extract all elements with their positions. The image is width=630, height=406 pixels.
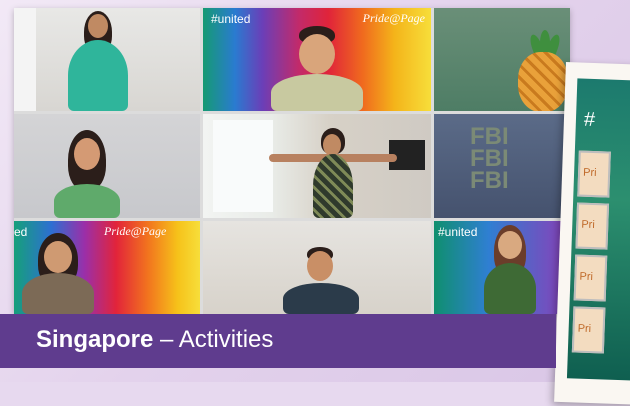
pride-tag-text: Pri	[579, 270, 594, 284]
face	[498, 231, 522, 259]
caption-separator: –	[153, 326, 179, 353]
video-tile-woman-rainbow-bg: ed Pride@Page	[14, 221, 200, 314]
face	[88, 14, 108, 38]
person-floral-dress	[313, 154, 353, 218]
face	[44, 241, 72, 273]
united-tag-card: # Pri Pri Pri Pri	[554, 62, 630, 406]
caption-banner: Singapore – Activities	[0, 314, 556, 368]
card-hashtag: #	[583, 108, 596, 132]
face	[74, 138, 100, 170]
pride-tag: Pri	[573, 254, 608, 302]
face	[299, 34, 335, 74]
pride-tag-text: Pri	[581, 218, 595, 232]
caption-text: Singapore – Activities	[36, 324, 273, 356]
caption-location: Singapore	[36, 326, 154, 353]
video-tile-woman-rainbow-bg-2: #united	[434, 221, 570, 314]
united-hashtag-partial: ed	[14, 225, 28, 239]
pineapple-print	[518, 52, 568, 111]
card-artwork: # Pri Pri Pri Pri	[566, 78, 630, 383]
united-hashtag: #united	[211, 12, 251, 26]
person-teal-shirt	[68, 40, 128, 111]
video-tile-woman-arms-out	[203, 114, 431, 218]
pride-at-page-logo: Pride@Page	[104, 224, 167, 238]
caption-activity: Activities	[178, 326, 274, 353]
person-green-blouse	[484, 263, 536, 314]
video-call-collage: #united Pride@Page FBI FBI FBI ed Pride@…	[14, 8, 570, 314]
person-navy-polo	[283, 283, 359, 314]
united-hashtag: #united	[438, 225, 478, 239]
pride-tag-text: Pri	[577, 322, 592, 336]
shirt-print-text: FBI FBI FBI	[470, 123, 509, 194]
pride-tag: Pri	[571, 306, 606, 354]
person-brown-top	[22, 273, 94, 314]
pride-tag-text: Pri	[582, 166, 597, 180]
face	[307, 251, 333, 281]
face	[323, 134, 341, 156]
window	[213, 120, 273, 212]
video-tile-woman-dancing	[14, 8, 200, 111]
video-tile-closeup-shirt: FBI FBI FBI	[434, 114, 570, 218]
pride-tag: Pri	[577, 150, 611, 198]
video-tile-man-polo	[203, 221, 431, 314]
person-olive-shirt	[271, 74, 363, 111]
person-green-top	[54, 184, 120, 218]
pride-at-page-logo: Pride@Page	[362, 11, 425, 25]
pride-tag: Pri	[575, 202, 610, 250]
video-tile-woman-smiling	[14, 114, 200, 218]
video-tile-man-rainbow-bg: #united Pride@Page	[203, 8, 431, 111]
video-tile-pineapple-shirt	[434, 8, 570, 111]
